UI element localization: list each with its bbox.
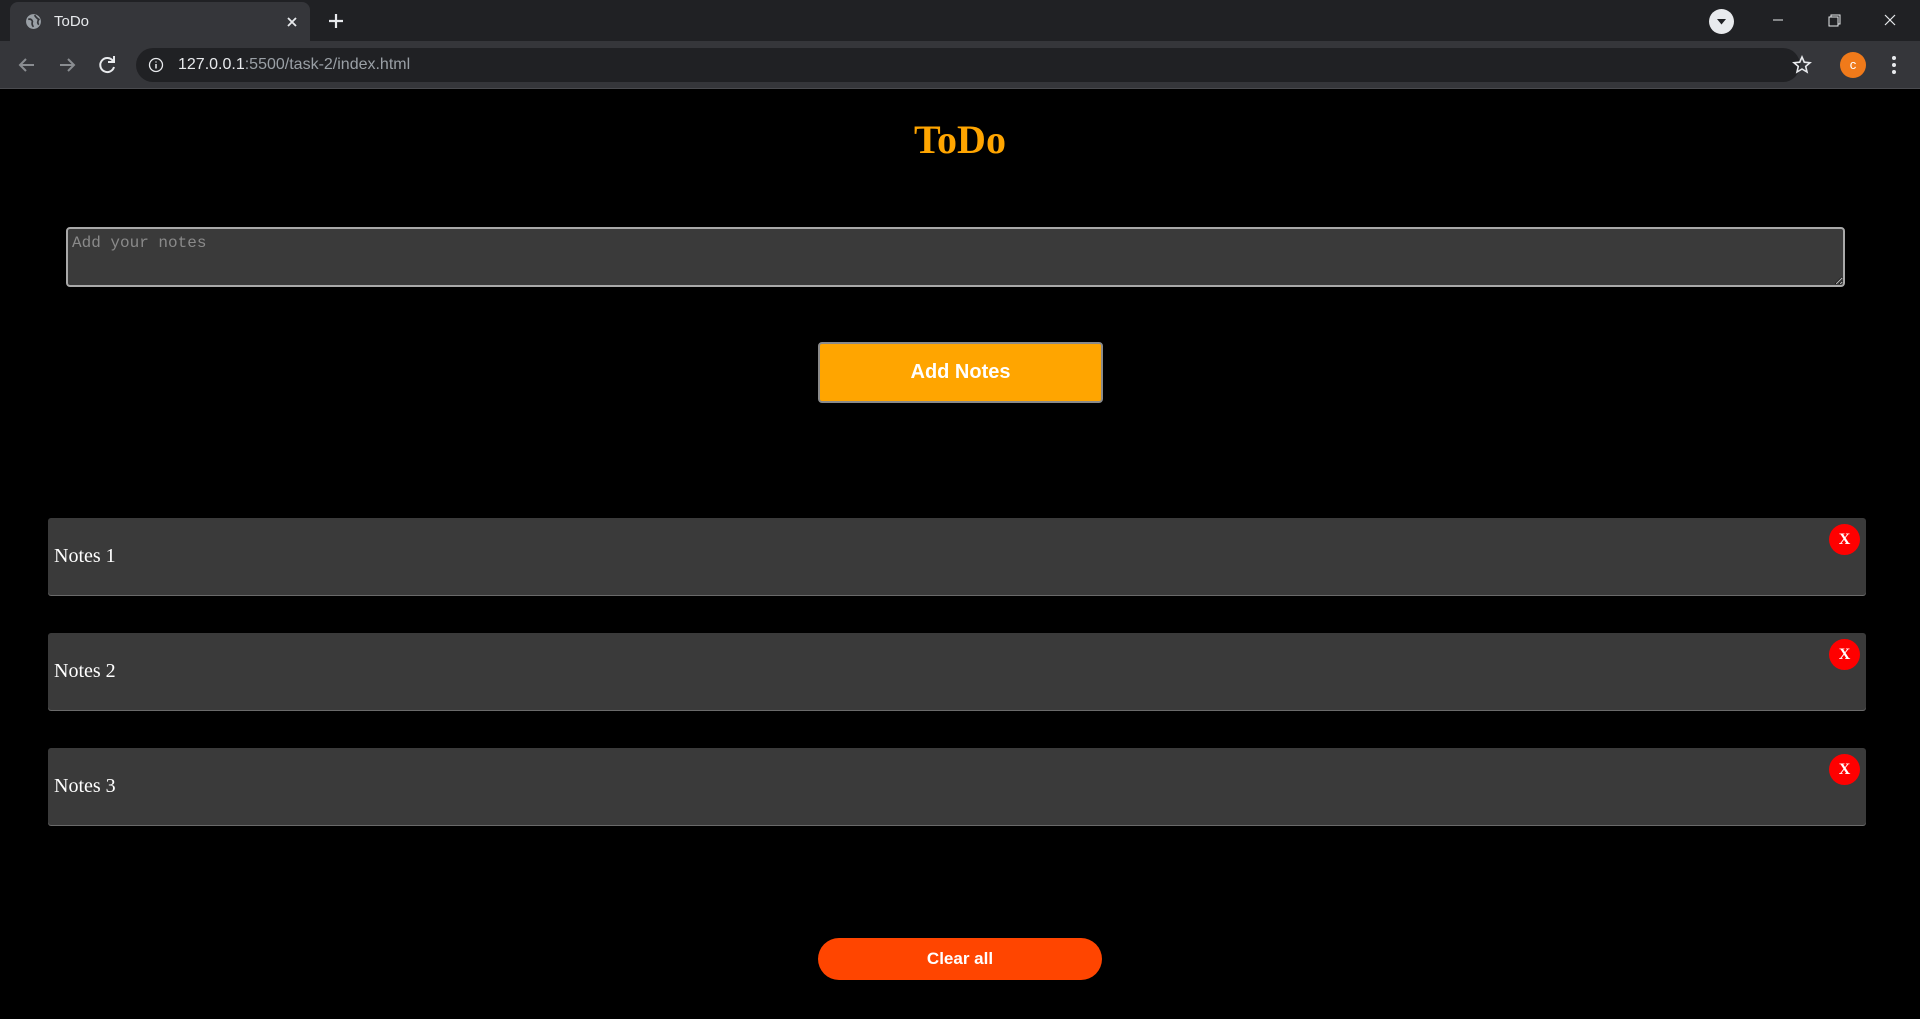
chevron-down-icon <box>1717 19 1726 25</box>
note-text: Notes 1 <box>54 545 116 567</box>
note-card: Notes 3 X <box>48 748 1866 825</box>
note-card: Notes 1 X <box>48 518 1866 595</box>
minimize-icon[interactable] <box>1750 0 1806 41</box>
plus-icon[interactable] <box>322 9 350 33</box>
url-text: 127.0.0.1:5500/task-2/index.html <box>178 56 410 74</box>
profile-avatar[interactable]: c <box>1840 52 1866 78</box>
tab-title: ToDo <box>54 13 90 30</box>
note-text: Notes 3 <box>54 775 116 797</box>
note-text: Notes 2 <box>54 660 116 682</box>
page-title: ToDo <box>914 117 1006 162</box>
delete-note-button[interactable]: X <box>1829 754 1860 785</box>
delete-note-button[interactable]: X <box>1829 639 1860 670</box>
clear-all-button[interactable]: Clear all <box>818 938 1102 980</box>
browser-toolbar: 127.0.0.1:5500/task-2/index.html c <box>0 41 1920 89</box>
globe-icon <box>26 14 41 29</box>
url-path: :5500/task-2/index.html <box>244 56 411 73</box>
delete-note-button[interactable]: X <box>1829 524 1860 555</box>
url-host: 127.0.0.1 <box>178 56 245 73</box>
back-arrow-icon[interactable] <box>13 51 41 79</box>
kebab-menu-icon[interactable] <box>1882 53 1906 77</box>
maximize-icon[interactable] <box>1806 0 1862 41</box>
address-bar[interactable]: 127.0.0.1:5500/task-2/index.html <box>136 48 1800 82</box>
forward-arrow-icon[interactable] <box>53 51 81 79</box>
info-icon[interactable] <box>148 57 164 73</box>
close-icon[interactable] <box>282 12 302 32</box>
page-content: ToDo Add Notes Notes 1 X Notes 2 X Notes… <box>0 90 1920 1019</box>
add-notes-button[interactable]: Add Notes <box>818 342 1103 403</box>
star-icon[interactable] <box>1790 53 1814 77</box>
browser-tab[interactable]: ToDo <box>10 2 310 41</box>
browser-tab-bar: ToDo <box>0 0 1920 41</box>
tab-search-button[interactable] <box>1709 9 1734 34</box>
note-card: Notes 2 X <box>48 633 1866 710</box>
notes-input[interactable] <box>66 227 1845 287</box>
window-close-icon[interactable] <box>1862 0 1918 41</box>
reload-icon[interactable] <box>93 51 121 79</box>
